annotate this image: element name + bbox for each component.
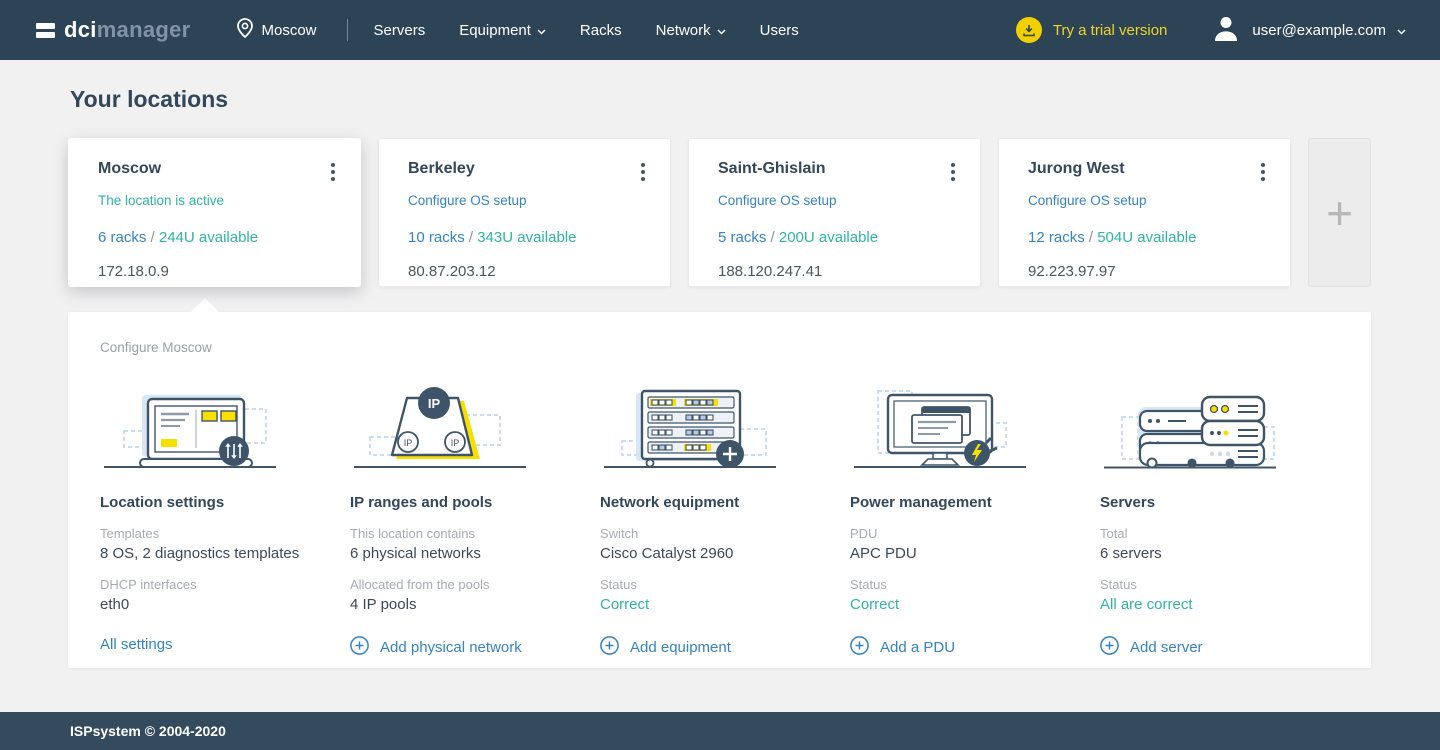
add-pdu-link[interactable]: Add a PDU: [850, 636, 1100, 659]
units-available: 504U available: [1097, 229, 1197, 246]
nav-item-racks[interactable]: Racks: [580, 22, 622, 39]
configure-os-link[interactable]: Configure OS setup: [408, 193, 650, 208]
kebab-menu-icon[interactable]: [1256, 160, 1270, 184]
location-card-moscow[interactable]: Moscow The location is active 6 racks / …: [68, 138, 361, 287]
location-name: Moscow: [98, 160, 162, 177]
switch-illustration: [600, 381, 850, 473]
racks-summary: 10 racks / 343U available: [408, 229, 577, 246]
nav-item-network[interactable]: Network: [656, 22, 726, 39]
racks-link[interactable]: 10 racks: [408, 229, 465, 246]
racks-summary: 5 racks / 200U available: [718, 229, 879, 246]
plus-circle-icon: [600, 636, 619, 659]
main-menu: Servers Equipment Racks Network Users: [374, 22, 799, 39]
logo[interactable]: dcimanager: [36, 19, 191, 41]
all-settings-link[interactable]: All settings: [100, 636, 350, 653]
trial-version-link[interactable]: Try a trial version: [1015, 17, 1167, 43]
panel-title: Configure Moscow: [100, 340, 212, 355]
kebab-menu-icon[interactable]: [326, 160, 340, 184]
section-title: Location settings: [100, 494, 225, 511]
section-network-equipment: Network equipment Switch Cisco Catalyst …: [600, 381, 850, 659]
configure-os-link[interactable]: Configure OS setup: [718, 193, 960, 208]
logo-text: dcimanager: [64, 17, 191, 42]
logo-icon: [36, 22, 55, 38]
racks-link[interactable]: 5 racks: [718, 229, 766, 246]
section-power-management: Power management PDU APC PDU Status Corr…: [850, 381, 1100, 659]
add-location-button[interactable]: +: [1308, 138, 1371, 287]
configure-os-link[interactable]: Configure OS setup: [1028, 193, 1270, 208]
add-server-link[interactable]: Add server: [1100, 636, 1350, 659]
location-ip: 92.223.97.97: [1028, 263, 1116, 280]
section-location-settings: Location settings Templates 8 OS, 2 diag…: [100, 381, 350, 659]
svg-text:IP: IP: [428, 396, 441, 411]
plus-circle-icon: [350, 636, 369, 659]
plus-icon: +: [1326, 186, 1353, 239]
kebab-menu-icon[interactable]: [636, 160, 650, 184]
configure-location-panel: Configure Moscow Location settings Templ…: [68, 297, 1371, 668]
section-title: Power management: [850, 494, 992, 511]
current-location-label: Moscow: [261, 21, 317, 39]
section-title: IP ranges and pools: [350, 494, 493, 511]
status-value: Correct: [600, 596, 650, 613]
kebab-menu-icon[interactable]: [946, 160, 960, 184]
plus-circle-icon: [850, 636, 869, 659]
power-monitor-illustration: [850, 381, 1100, 473]
laptop-settings-illustration: [100, 381, 350, 473]
location-status: The location is active: [98, 193, 225, 208]
racks-link[interactable]: 12 racks: [1028, 229, 1085, 246]
section-title: Servers: [1100, 494, 1156, 511]
location-card-berkeley[interactable]: Berkeley Configure OS setup 10 racks / 3…: [378, 138, 671, 287]
nav-item-users[interactable]: Users: [760, 22, 799, 39]
top-navbar: dcimanager Moscow Servers Equipment Rack…: [0, 0, 1440, 60]
racks-summary: 12 racks / 504U available: [1028, 229, 1197, 246]
status-value: Correct: [850, 596, 900, 613]
dcimanager-app: dcimanager Moscow Servers Equipment Rack…: [0, 0, 1440, 750]
copyright-text: ISPsystem © 2004-2020: [70, 723, 226, 739]
racks-summary: 6 racks / 244U available: [98, 229, 259, 246]
location-ip: 172.18.0.9: [98, 263, 169, 280]
units-available: 244U available: [158, 229, 259, 246]
navbar-divider: [346, 19, 348, 41]
add-equipment-link[interactable]: Add equipment: [600, 636, 850, 659]
user-menu[interactable]: user@example.com: [1211, 13, 1406, 47]
location-name: Saint-Ghislain: [718, 160, 826, 177]
plus-circle-icon: [1100, 636, 1119, 659]
status-value: All are correct: [1100, 596, 1193, 613]
user-email: user@example.com: [1252, 21, 1386, 39]
location-ip: 188.120.247.41: [718, 263, 823, 280]
section-title: Network equipment: [600, 494, 740, 511]
map-pin-icon: [236, 18, 253, 42]
location-name: Berkeley: [408, 160, 475, 177]
footer: ISPsystem © 2004-2020: [0, 712, 1440, 750]
location-ip: 80.87.203.12: [408, 263, 496, 280]
location-cards: Moscow The location is active 6 racks / …: [68, 138, 1371, 287]
location-card-jurong-west[interactable]: Jurong West Configure OS setup 12 racks …: [998, 138, 1291, 287]
chevron-down-icon: [537, 22, 546, 39]
user-avatar-icon: [1211, 13, 1241, 47]
ip-pools-illustration: IP IP IP: [350, 381, 600, 473]
location-card-saint-ghislain[interactable]: Saint-Ghislain Configure OS setup 5 rack…: [688, 138, 981, 287]
chevron-down-icon: [717, 22, 726, 39]
svg-text:IP: IP: [404, 438, 413, 448]
location-switcher[interactable]: Moscow: [236, 18, 317, 42]
main-content: Your locations Moscow The location is ac…: [0, 60, 1440, 750]
panel-sections: Location settings Templates 8 OS, 2 diag…: [68, 355, 1371, 659]
units-available: 343U available: [477, 229, 577, 246]
add-physical-network-link[interactable]: Add physical network: [350, 636, 600, 659]
navbar-right: Try a trial version user@example.com: [1015, 13, 1406, 47]
chevron-down-icon: [1397, 22, 1406, 39]
nav-item-servers[interactable]: Servers: [374, 22, 426, 39]
location-name: Jurong West: [1028, 160, 1125, 177]
nav-item-equipment[interactable]: Equipment: [459, 22, 546, 39]
page-title: Your locations: [70, 86, 229, 112]
download-icon: [1015, 17, 1042, 43]
servers-illustration: [1100, 381, 1350, 473]
section-servers: Servers Total 6 servers Status All are c…: [1100, 381, 1350, 659]
svg-text:IP: IP: [451, 438, 460, 448]
section-ip-ranges: IP IP IP IP ranges and pools This locati…: [350, 381, 600, 659]
units-available: 200U available: [778, 229, 879, 246]
racks-link[interactable]: 6 racks: [98, 229, 146, 246]
